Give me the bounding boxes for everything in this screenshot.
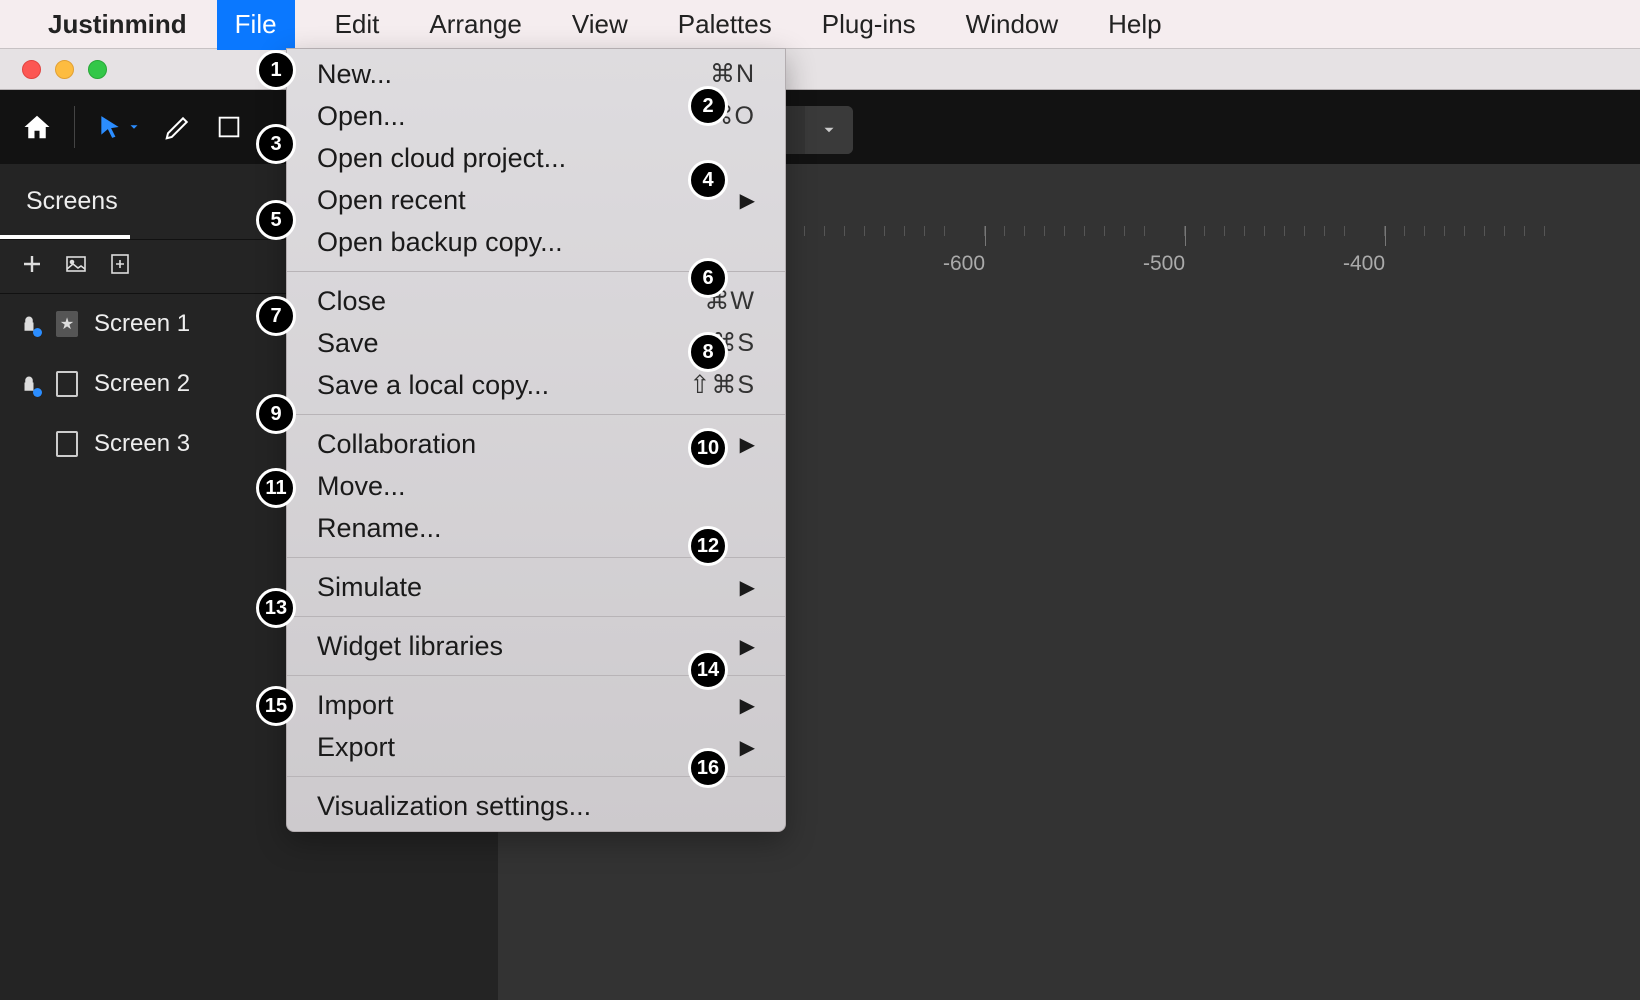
submenu-arrow-icon: ▶ [740,575,755,600]
menubar-item-arrange[interactable]: Arrange [419,5,532,44]
page-icon [56,371,78,397]
annotation-callout: 15 [256,686,296,726]
screen-name: Screen 1 [94,310,190,338]
annotation-callout: 5 [256,200,296,240]
window-close-button[interactable] [22,60,41,79]
menubar-item-edit[interactable]: Edit [325,5,390,44]
menu-item-move[interactable]: Move... [287,465,785,507]
ruler-label: -400 [1343,252,1385,274]
ruler-label: -600 [943,252,985,274]
menubar-item-palettes[interactable]: Palettes [668,5,782,44]
menubar-item-view[interactable]: View [562,5,638,44]
menu-item-label: Open backup copy... [317,227,563,258]
ruler-label: -500 [1143,252,1185,274]
menu-item-label: Visualization settings... [317,791,591,822]
menu-item-simulate[interactable]: Simulate ▶ [287,566,785,608]
annotation-callout: 11 [256,468,296,508]
screen-name: Screen 3 [94,430,190,458]
page-icon [56,431,78,457]
toolbar-divider [74,106,75,148]
annotation-callout: 14 [688,650,728,690]
select-tool-icon[interactable] [97,114,141,140]
menubar-item-plug-ins[interactable]: Plug-ins [812,5,926,44]
submenu-arrow-icon: ▶ [740,432,755,457]
submenu-arrow-icon: ▶ [740,735,755,760]
menu-item-label: Close [317,286,386,317]
menu-item-label: Save a local copy... [317,370,549,401]
menubar-item-help[interactable]: Help [1098,5,1171,44]
annotation-callout: 2 [688,86,728,126]
menu-item-label: Open cloud project... [317,143,566,174]
window-minimize-button[interactable] [55,60,74,79]
annotation-callout: 12 [688,526,728,566]
menu-item-open-backup-copy[interactable]: Open backup copy... [287,221,785,263]
menu-item-label: New... [317,59,392,90]
annotation-callout: 9 [256,394,296,434]
annotation-callout: 1 [256,50,296,90]
menu-item-label: Export [317,732,395,763]
add-page-icon[interactable] [108,252,132,281]
app-name[interactable]: Justinmind [48,9,187,40]
menu-item-label: Move... [317,471,406,502]
menubar-item-window[interactable]: Window [956,5,1068,44]
menu-item-label: Open... [317,101,406,132]
screen-name: Screen 2 [94,370,190,398]
window-chrome [0,48,1640,90]
tab-underline [0,235,130,239]
annotation-callout: 10 [688,428,728,468]
menu-item-label: Rename... [317,513,442,544]
add-screen-icon[interactable] [20,252,44,281]
menu-separator [287,414,785,415]
submenu-arrow-icon: ▶ [740,634,755,659]
menu-item-visualization-settings[interactable]: Visualization settings... [287,785,785,827]
annotation-callout: 8 [688,332,728,372]
annotation-callout: 3 [256,124,296,164]
menubar-item-file[interactable]: File [217,0,295,50]
home-icon[interactable] [22,112,52,142]
menu-item-label: Import [317,690,394,721]
mac-menubar: Justinmind File Edit Arrange View Palettes Pl… [0,0,1640,48]
sidebar-title: Screens [26,187,118,216]
menu-shortcut: ⌘N [710,59,755,89]
menu-item-label: Widget libraries [317,631,503,662]
menu-item-label: Save [317,328,379,359]
annotation-callout: 7 [256,296,296,336]
menu-shortcut: ⇧⌘S [689,370,755,400]
submenu-arrow-icon: ▶ [740,188,755,213]
lock-icon [18,373,40,395]
menu-item-label: Open recent [317,185,466,216]
menu-item-label: Collaboration [317,429,476,460]
annotation-callout: 4 [688,160,728,200]
pen-tool-icon[interactable] [163,112,193,142]
zoom-dropdown-icon[interactable] [805,106,853,154]
image-icon[interactable] [64,252,88,281]
menu-item-import[interactable]: Import ▶ [287,684,785,726]
lock-icon [18,313,40,335]
menu-item-label: Simulate [317,572,422,603]
annotation-callout: 16 [688,748,728,788]
annotation-callout: 6 [688,258,728,298]
annotation-callout: 13 [256,588,296,628]
submenu-arrow-icon: ▶ [740,693,755,718]
menu-separator [287,616,785,617]
shape-tool-icon[interactable] [215,113,243,141]
star-icon: ★ [56,311,78,337]
window-zoom-button[interactable] [88,60,107,79]
